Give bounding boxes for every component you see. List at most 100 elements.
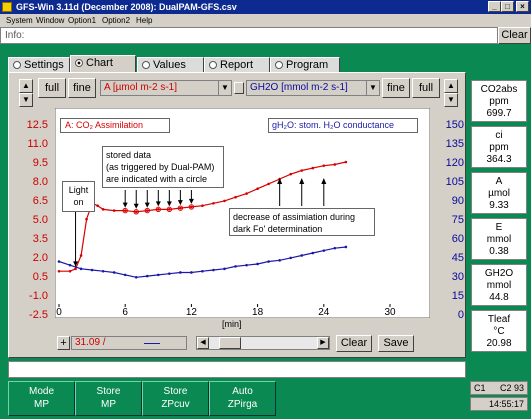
info-field[interactable]: Info: <box>0 27 498 44</box>
readout-name: A <box>495 176 503 187</box>
swap-button[interactable] <box>234 82 244 94</box>
status-channels: C1 C2 93 <box>470 381 528 395</box>
assimilation-point <box>245 192 248 195</box>
scroll-right-icon[interactable]: ▶ <box>317 337 329 349</box>
assimilation-point <box>101 208 105 211</box>
menu-window[interactable]: Window <box>36 14 64 27</box>
left-tick: -2.5 <box>29 309 48 321</box>
menu-option1[interactable]: Option1 <box>68 14 96 27</box>
assimilation-point <box>157 208 160 211</box>
scroll-left-icon[interactable]: ◀ <box>197 337 209 349</box>
up-arrow-right-button[interactable]: ▲ <box>444 79 458 93</box>
tab-report[interactable]: Report <box>204 57 270 72</box>
chart-save-button[interactable]: Save <box>378 335 414 352</box>
conductance-point <box>234 265 237 268</box>
conductance-point <box>212 268 215 272</box>
tab-chart[interactable]: Chart <box>70 55 136 73</box>
right-tick: 135 <box>445 138 464 150</box>
readout-value: 699.7 <box>486 108 512 119</box>
x-axis-label: [min] <box>222 319 242 329</box>
conductance-point <box>68 263 72 267</box>
assimilation-point <box>311 166 315 170</box>
down-arrow-right-button[interactable]: ▼ <box>444 93 458 107</box>
readout-unit: ppm <box>489 142 509 153</box>
conductance-point <box>223 267 226 271</box>
conductance-point <box>333 246 337 250</box>
readout-a: A µmol 9.33 <box>471 172 527 214</box>
assimilation-point <box>134 210 138 214</box>
button-line: Auto <box>232 386 253 397</box>
assimilation-point <box>201 204 204 208</box>
assimilation-point <box>190 205 193 209</box>
conductance-point <box>57 260 61 263</box>
menu-option2[interactable]: Option2 <box>102 14 130 27</box>
blue-line-icon <box>144 343 160 344</box>
readout-unit: ppm <box>489 96 509 107</box>
legend-conductance: gH₂O: stom. H₂O conductance <box>268 118 418 133</box>
right-tick: 45 <box>451 252 464 264</box>
up-arrow-button[interactable]: ▲ <box>19 79 33 93</box>
minimize-button[interactable]: _ <box>488 1 501 12</box>
readout-gh2o: GH2O mmol 44.8 <box>471 264 527 306</box>
scroll-thumb[interactable] <box>219 337 241 349</box>
mode-mp-button[interactable]: Mode MP <box>8 381 75 416</box>
down-arrow-button[interactable]: ▼ <box>19 93 33 107</box>
tab-values[interactable]: Values <box>137 57 204 72</box>
readout-e: E mmol 0.38 <box>471 218 527 260</box>
chart-clear-button[interactable]: Clear <box>336 335 372 352</box>
menu-system[interactable]: System <box>6 14 33 27</box>
assimilation-point <box>289 172 292 176</box>
left-tick: -1.0 <box>29 290 48 302</box>
tab-program[interactable]: Program <box>270 57 340 72</box>
assimilation-point <box>300 169 304 172</box>
right-channel-value: GH2O [mmol m-2 s-1] <box>250 82 348 93</box>
button-line: ZPcuv <box>161 399 190 410</box>
tab-settings[interactable]: Settings <box>8 57 70 72</box>
fine-right-button[interactable]: fine <box>382 78 410 98</box>
message-field[interactable] <box>8 361 466 378</box>
fine-left-button[interactable]: fine <box>68 78 96 98</box>
close-button[interactable]: × <box>516 1 529 12</box>
readout-name: GH2O <box>484 268 514 279</box>
assimilation-point <box>322 164 326 167</box>
right-channel-select[interactable]: GH2O [mmol m-2 s-1] ▼ <box>246 80 380 96</box>
right-tick: 30 <box>451 271 464 283</box>
auto-zpirga-button[interactable]: Auto ZPirga <box>209 381 276 416</box>
chevron-down-icon: ▼ <box>366 81 379 95</box>
readout-name: E <box>495 222 503 233</box>
readout-value: 0.38 <box>489 246 509 257</box>
full-right-button[interactable]: full <box>412 78 440 98</box>
menu-help[interactable]: Help <box>136 14 152 27</box>
assimilation-point <box>123 209 127 212</box>
button-line: MP <box>101 399 116 410</box>
conductance-point <box>179 271 182 274</box>
conductance-point <box>289 256 292 260</box>
conductance-point <box>267 260 270 263</box>
maximize-button[interactable]: □ <box>501 1 514 12</box>
annotation-light-on: Light on <box>62 181 95 212</box>
store-zpcuv-button[interactable]: Store ZPcuv <box>142 381 209 416</box>
chevron-down-icon: ▼ <box>218 81 231 95</box>
right-tick: 120 <box>445 157 464 169</box>
right-tick: 60 <box>451 233 464 245</box>
store-mp-button[interactable]: Store MP <box>75 381 142 416</box>
info-clear-button[interactable]: Clear <box>498 27 531 44</box>
left-tick: 9.5 <box>32 157 48 169</box>
readout-tleaf: Tleaf °C 20.98 <box>471 310 527 352</box>
value-field[interactable]: 31.09 / <box>71 336 187 350</box>
left-channel-select[interactable]: A [µmol m-2 s-1] ▼ <box>100 80 232 96</box>
conductance-point <box>168 272 171 275</box>
assimilation-point <box>96 204 99 208</box>
conductance-point <box>79 267 83 271</box>
full-left-button[interactable]: full <box>38 78 66 98</box>
left-tick: 6.5 <box>32 195 48 207</box>
time-scrollbar[interactable]: ◀ ▶ <box>196 336 330 350</box>
readout-unit: µmol <box>488 188 510 199</box>
annotation-decrease: decrease of assimiation during dark Fo' … <box>229 208 375 236</box>
conductance-point <box>90 268 94 272</box>
assimilation-point <box>68 269 72 273</box>
tab-label: Values <box>153 59 186 71</box>
readout-value: 44.8 <box>489 292 509 303</box>
right-tick: 15 <box>451 290 464 302</box>
add-button[interactable]: + <box>57 336 70 350</box>
